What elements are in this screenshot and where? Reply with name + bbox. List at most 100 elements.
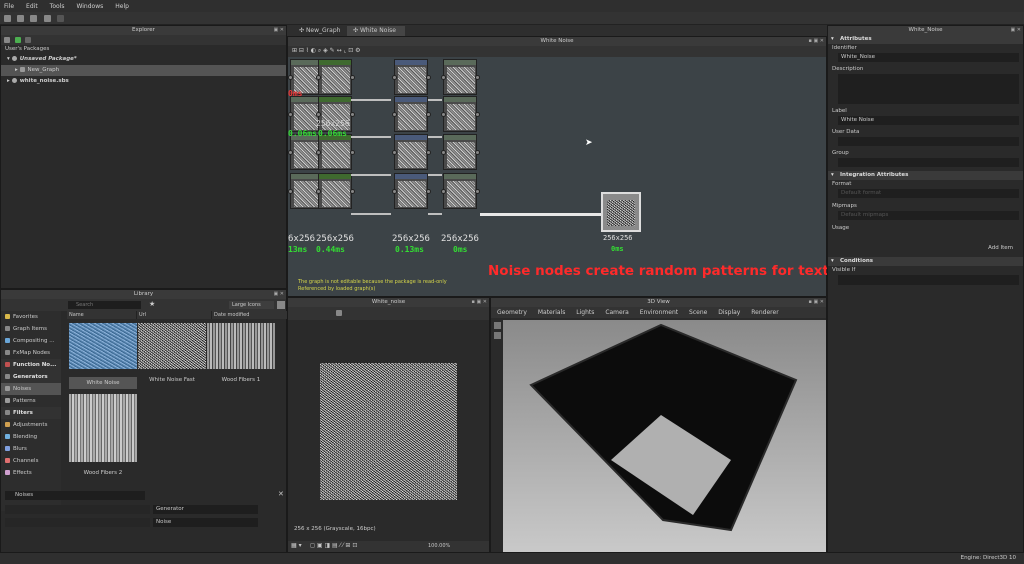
library-category[interactable]: Graph Items xyxy=(1,323,61,335)
tab-new-graph[interactable]: ✣ New_Graph xyxy=(291,26,347,36)
library-type-field[interactable]: Generator xyxy=(153,505,258,514)
library-category[interactable]: Generators xyxy=(1,371,61,383)
node-port[interactable] xyxy=(316,189,321,194)
library-category-field[interactable]: Noise xyxy=(153,518,258,527)
node-port[interactable] xyxy=(426,112,431,117)
menu-materials[interactable]: Materials xyxy=(538,309,566,316)
close-filter-icon[interactable]: ✕ xyxy=(278,490,284,498)
graph-node[interactable] xyxy=(392,134,431,170)
node-port[interactable] xyxy=(392,189,397,194)
node-port[interactable] xyxy=(316,112,321,117)
node-port[interactable] xyxy=(475,150,480,155)
zoom-level[interactable]: 100.00% xyxy=(428,543,450,549)
viewport-tool-icon[interactable] xyxy=(494,322,501,329)
thumb-wood-fibers-1[interactable] xyxy=(207,323,275,369)
node-port[interactable] xyxy=(288,75,293,80)
panel-controls-icon[interactable]: ▪ ▣ ✕ xyxy=(472,298,487,307)
column-url[interactable]: Url xyxy=(137,311,212,319)
graph-node[interactable] xyxy=(316,134,355,170)
library-category[interactable]: Blending xyxy=(1,431,61,443)
node-port[interactable] xyxy=(426,75,431,80)
mipmaps-select[interactable]: Default mipmaps xyxy=(838,211,1019,220)
menu-geometry[interactable]: Geometry xyxy=(497,309,527,316)
save-icon[interactable] xyxy=(30,15,37,22)
thumb-white-noise-fast[interactable] xyxy=(138,323,206,369)
node-port[interactable] xyxy=(316,150,321,155)
node-port[interactable] xyxy=(475,189,480,194)
group-field[interactable] xyxy=(838,158,1019,167)
view-3d-viewport[interactable] xyxy=(503,320,826,552)
menu-environment[interactable]: Environment xyxy=(640,309,678,316)
node-port[interactable] xyxy=(350,112,355,117)
open-icon[interactable] xyxy=(17,15,24,22)
menu-scene[interactable]: Scene xyxy=(689,309,707,316)
library-category[interactable]: Patterns xyxy=(1,395,61,407)
column-name[interactable]: Name xyxy=(67,311,137,319)
graph-node[interactable] xyxy=(441,173,480,209)
node-port[interactable] xyxy=(426,150,431,155)
node-port[interactable] xyxy=(426,189,431,194)
node-port[interactable] xyxy=(288,112,293,117)
description-field[interactable] xyxy=(838,74,1019,104)
panel-controls-icon[interactable]: ▣ ✕ xyxy=(273,26,284,35)
graph-node[interactable] xyxy=(316,59,355,95)
integration-section[interactable]: ▾ Integration Attributes xyxy=(828,171,1023,180)
library-field-row-2[interactable] xyxy=(5,518,150,527)
package-white-noise[interactable]: ▸ white_noise.sbs xyxy=(1,76,286,87)
preview-icon[interactable] xyxy=(336,310,342,316)
package-unsaved[interactable]: ▾ Unsaved Package* xyxy=(1,54,286,65)
library-category[interactable]: Function No... xyxy=(1,359,61,371)
panel-controls-icon[interactable]: ▪ ▣ ✕ xyxy=(809,298,824,307)
library-field-row-1[interactable] xyxy=(5,505,150,514)
panel-controls-icon[interactable]: ▣ ✕ xyxy=(273,290,284,299)
tab-white-noise[interactable]: ✣ White Noise xyxy=(347,26,405,36)
new-icon[interactable] xyxy=(4,15,11,22)
color-channels-icon[interactable]: ▦ ▾ xyxy=(291,542,302,549)
panel-controls-icon[interactable]: ▣ ✕ xyxy=(1010,26,1021,35)
library-category[interactable]: Filters xyxy=(1,407,61,419)
node-port[interactable] xyxy=(350,150,355,155)
node-port[interactable] xyxy=(475,75,480,80)
run-icon[interactable] xyxy=(15,37,21,43)
library-search-input[interactable]: Search xyxy=(68,301,141,309)
identifier-field[interactable]: White_Noise xyxy=(838,53,1019,62)
folder-icon[interactable] xyxy=(25,37,31,43)
graph-node[interactable] xyxy=(441,59,480,95)
node-port[interactable] xyxy=(441,112,446,117)
node-port[interactable] xyxy=(288,189,293,194)
library-category[interactable]: Favorites xyxy=(1,311,61,323)
menu-renderer[interactable]: Renderer xyxy=(751,309,778,316)
graph-node[interactable] xyxy=(392,96,431,132)
node-port[interactable] xyxy=(288,150,293,155)
thumb-white-noise[interactable] xyxy=(69,323,137,369)
graph-node[interactable] xyxy=(441,96,480,132)
thumb-wood-fibers-2[interactable] xyxy=(69,394,137,462)
library-category[interactable]: Noises xyxy=(1,383,61,395)
library-category[interactable]: Compositing ... xyxy=(1,335,61,347)
add-item-button[interactable]: Add Item xyxy=(988,245,1013,251)
node-port[interactable] xyxy=(350,189,355,194)
graph-node[interactable] xyxy=(392,173,431,209)
graph-node[interactable] xyxy=(316,173,355,209)
expand-arrow-icon[interactable]: ▾ xyxy=(7,56,12,62)
graph-new-graph[interactable]: ▸ New_Graph xyxy=(1,65,286,76)
node-port[interactable] xyxy=(350,75,355,80)
column-date-modified[interactable]: Date modified xyxy=(212,311,287,319)
viewport-tool-icon[interactable] xyxy=(494,332,501,339)
graph-canvas[interactable]: 6x256 256x256 256x256 256x256 256x256 13… xyxy=(288,57,862,296)
library-category[interactable]: Effects xyxy=(1,467,61,479)
menu-display[interactable]: Display xyxy=(718,309,740,316)
library-category[interactable]: Adjustments xyxy=(1,419,61,431)
menu-camera[interactable]: Camera xyxy=(605,309,629,316)
menu-windows[interactable]: Windows xyxy=(76,3,103,10)
node-port[interactable] xyxy=(441,189,446,194)
format-select[interactable]: Default format xyxy=(838,189,1019,198)
node-port[interactable] xyxy=(316,75,321,80)
library-filter-field[interactable]: Noises xyxy=(5,491,145,500)
library-category[interactable]: FxMap Nodes xyxy=(1,347,61,359)
node-port[interactable] xyxy=(392,112,397,117)
collapse-arrow-icon[interactable]: ▸ xyxy=(7,78,12,84)
menu-tools[interactable]: Tools xyxy=(50,3,65,10)
view-mode-select[interactable]: Large Icons xyxy=(229,301,274,309)
user-data-field[interactable] xyxy=(838,137,1019,146)
